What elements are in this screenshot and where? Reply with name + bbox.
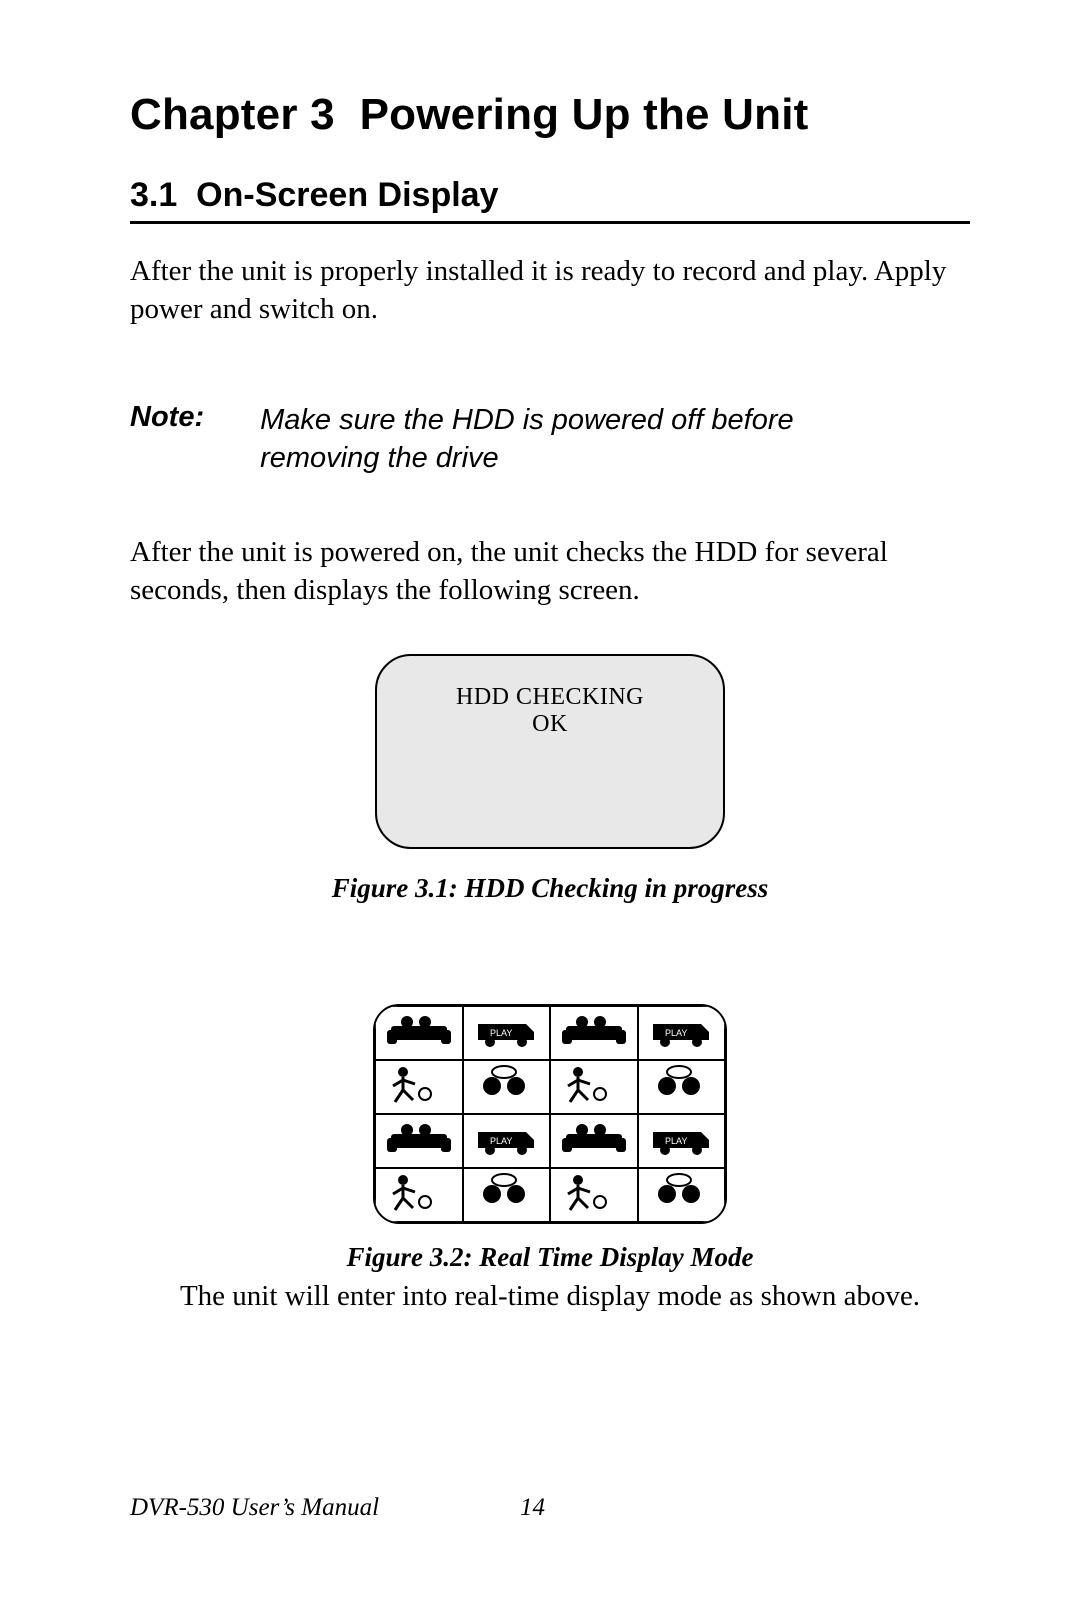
paragraph-1: After the unit is properly installed it … <box>130 252 970 329</box>
svg-text:PLAY: PLAY <box>490 1136 512 1146</box>
grid-cell-couch <box>550 1114 638 1168</box>
hdd-screen-line-1: HDD CHECKING <box>401 684 699 711</box>
paragraph-3: The unit will enter into real-time displ… <box>180 1277 920 1315</box>
couch-icon <box>385 1010 453 1055</box>
figure-2: PLAY PLAY PLAY PLAY Figure 3.2: Real Time D… <box>130 948 970 1337</box>
truck-icon: PLAY <box>647 1010 715 1055</box>
grid-cell-talk <box>638 1060 726 1114</box>
section-title: On-Screen Display <box>196 176 498 214</box>
talk-icon <box>472 1172 540 1217</box>
grid-cell-talk <box>638 1168 726 1222</box>
section-number: 3.1 <box>130 176 177 214</box>
hdd-screen: HDD CHECKING OK <box>375 654 725 849</box>
truck-icon: PLAY <box>647 1118 715 1163</box>
note-text: Make sure the HDD is powered off before … <box>260 401 820 478</box>
truck-icon: PLAY <box>472 1010 540 1055</box>
section-heading: 3.1 On-Screen Display <box>130 176 970 224</box>
soccer-icon <box>385 1064 453 1109</box>
couch-icon <box>560 1118 628 1163</box>
couch-icon <box>385 1118 453 1163</box>
grid-cell-talk <box>463 1060 551 1114</box>
footer-manual: DVR-530 User’s Manual <box>130 1494 379 1522</box>
grid-cell-soccer <box>550 1060 638 1114</box>
grid-cell-couch <box>375 1006 463 1060</box>
note-block: Note: Make sure the HDD is powered off b… <box>130 401 970 478</box>
grid-cell-soccer <box>550 1168 638 1222</box>
grid-cell-truck: PLAY <box>463 1114 551 1168</box>
chapter-name: Powering Up the Unit <box>360 90 809 139</box>
grid-cell-truck: PLAY <box>638 1114 726 1168</box>
grid-cell-couch <box>375 1114 463 1168</box>
couch-icon <box>560 1010 628 1055</box>
figure-1-caption: Figure 3.1: HDD Checking in progress <box>332 873 769 904</box>
note-label: Note: <box>130 401 204 478</box>
realtime-screen-grid: PLAY PLAY PLAY PLAY <box>373 1004 727 1224</box>
paragraph-2: After the unit is powered on, the unit c… <box>130 533 970 610</box>
soccer-icon <box>560 1064 628 1109</box>
soccer-icon <box>385 1172 453 1217</box>
document-page: Chapter 3 Powering Up the Unit 3.1 On-Sc… <box>0 0 1080 1618</box>
svg-text:PLAY: PLAY <box>665 1136 687 1146</box>
grid-cell-soccer <box>375 1168 463 1222</box>
grid-cell-talk <box>463 1168 551 1222</box>
talk-icon <box>472 1064 540 1109</box>
soccer-icon <box>560 1172 628 1217</box>
grid-cell-soccer <box>375 1060 463 1114</box>
truck-icon: PLAY <box>472 1118 540 1163</box>
grid-cell-truck: PLAY <box>638 1006 726 1060</box>
svg-text:PLAY: PLAY <box>665 1028 687 1038</box>
footer-page-number: 14 <box>520 1494 545 1522</box>
talk-icon <box>647 1172 715 1217</box>
figure-2-caption: Figure 3.2: Real Time Display Mode <box>347 1242 754 1273</box>
talk-icon <box>647 1064 715 1109</box>
grid-cell-truck: PLAY <box>463 1006 551 1060</box>
svg-text:PLAY: PLAY <box>490 1028 512 1038</box>
chapter-label: Chapter 3 <box>130 90 335 139</box>
chapter-title: Chapter 3 Powering Up the Unit <box>130 90 970 140</box>
grid-cell-couch <box>550 1006 638 1060</box>
hdd-screen-line-2: OK <box>401 711 699 738</box>
figure-1: HDD CHECKING OK Figure 3.1: HDD Checking… <box>130 654 970 904</box>
